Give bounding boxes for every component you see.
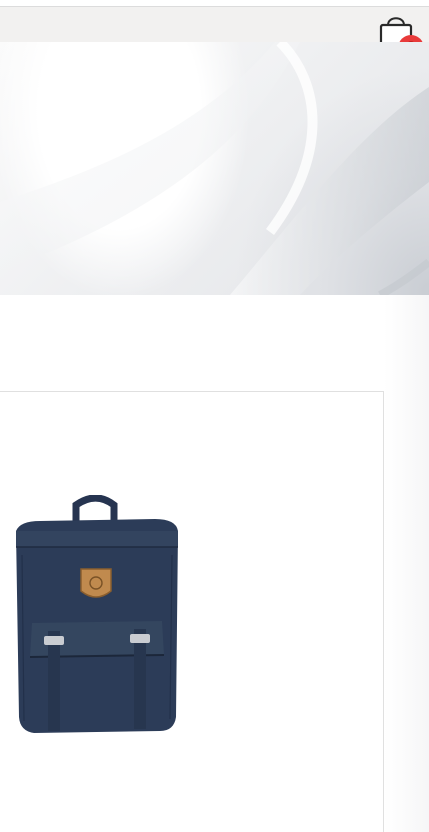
- navy-backpack-image[interactable]: [10, 495, 182, 737]
- side-strip: [384, 295, 429, 832]
- hero-banner: [0, 42, 429, 295]
- top-bar: 0: [0, 6, 429, 61]
- page: 0: [0, 0, 429, 832]
- hero-background-image: [0, 42, 429, 295]
